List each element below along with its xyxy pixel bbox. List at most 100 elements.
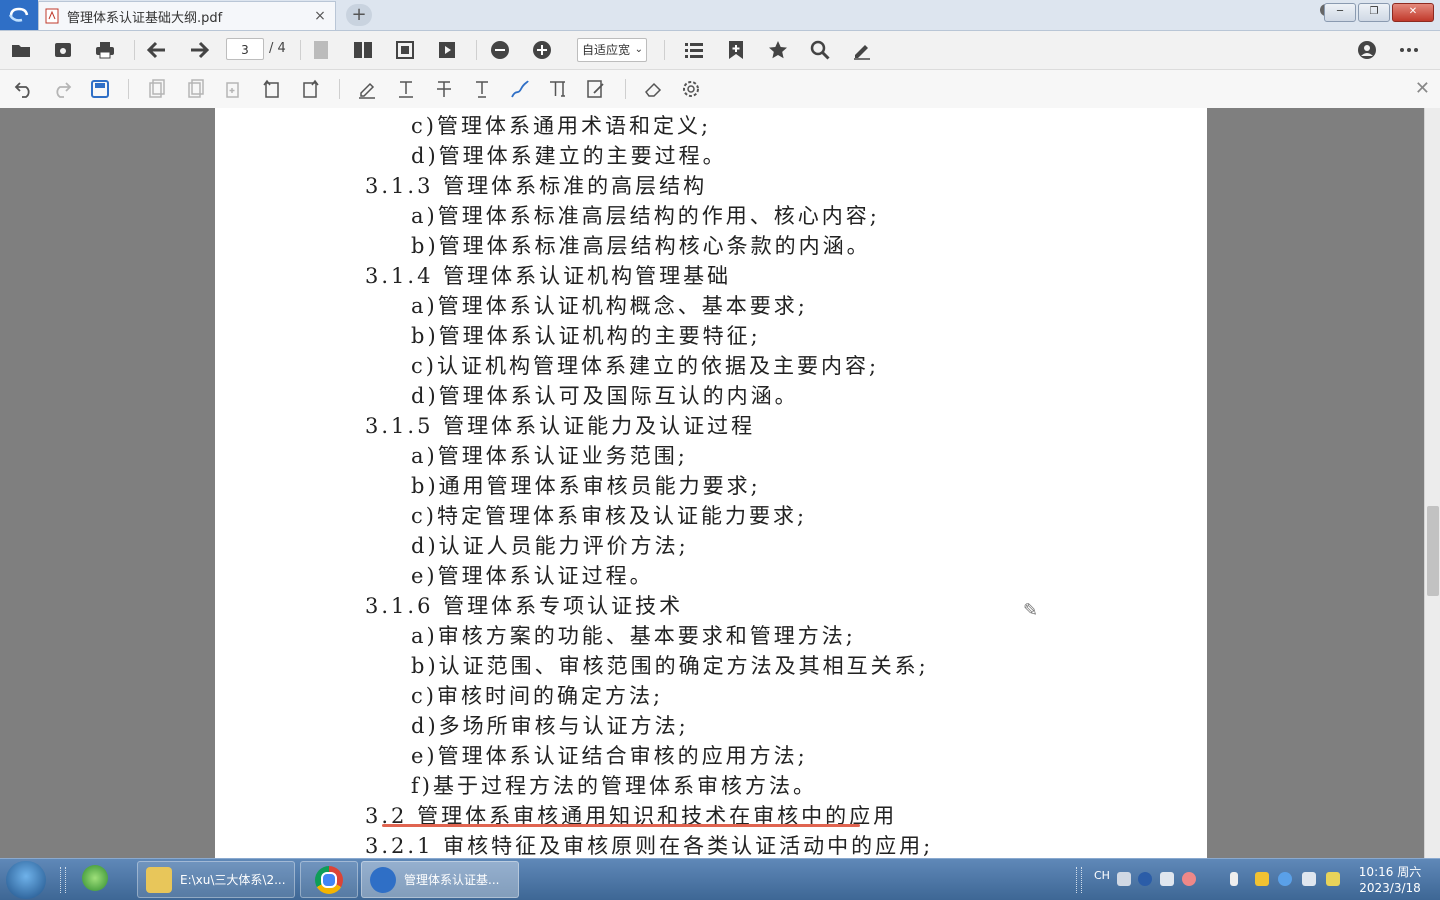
pdf-page: c)管理体系通用术语和定义; d)管理体系建立的主要过程。 3.1.3 管理体系标准… (215, 108, 1207, 858)
open-folder-icon[interactable] (10, 39, 32, 61)
user-account-icon[interactable] (1356, 39, 1378, 61)
section-heading: 3.2.1 审核特征及审核原则在各类认证活动中的应用; (365, 834, 934, 858)
chevron-down-icon: ⌄ (634, 44, 643, 55)
taskbar-item-explorer[interactable]: E:\xu\三大体系\2... (137, 861, 295, 898)
folder-icon (146, 866, 172, 893)
search-icon[interactable] (809, 39, 831, 61)
taskbar-item-label: 管理体系认证基... (404, 873, 500, 887)
title-bar: 管理体系认证基础大纲.pdf × + ─ ❐ ✕ (0, 0, 1440, 31)
start-button[interactable] (6, 861, 46, 899)
app-logo-icon[interactable] (0, 0, 38, 30)
star-icon[interactable] (767, 39, 789, 61)
section-heading: 3.1.5 管理体系认证能力及认证过程 (365, 414, 756, 438)
redo-icon[interactable] (51, 78, 73, 100)
duplicate-page-icon[interactable] (223, 78, 245, 100)
eraser-icon[interactable] (642, 78, 664, 100)
update-app-icon[interactable] (82, 865, 108, 891)
highlight-icon[interactable] (356, 78, 378, 100)
cloud-save-icon[interactable] (52, 39, 74, 61)
clock-time: 10:16 周六 (1358, 865, 1422, 879)
zoom-label: 自适应宽 (582, 43, 631, 57)
list-item: e)管理体系认证过程。 (411, 564, 654, 588)
list-item: d)认证人员能力评价方法; (411, 534, 689, 558)
page-total: / 4 (269, 41, 286, 56)
settings-gear-icon[interactable] (680, 78, 702, 100)
ime-options-icon[interactable] (1160, 872, 1174, 886)
more-options-icon[interactable] (1398, 39, 1420, 61)
close-toolbar-button[interactable]: ✕ (1415, 78, 1430, 99)
add-bookmark-icon[interactable] (725, 39, 747, 61)
list-item: c)认证机构管理体系建立的依据及主要内容; (411, 354, 880, 378)
maximize-button[interactable]: ❐ (1358, 3, 1390, 22)
list-item: d)管理体系建立的主要过程。 (411, 144, 727, 168)
page-number-input[interactable]: 3 (226, 38, 264, 60)
list-item: d)多场所审核与认证方法; (411, 714, 689, 738)
document-viewport[interactable]: c)管理体系通用术语和定义; d)管理体系建立的主要过程。 3.1.3 管理体系标准… (0, 108, 1424, 858)
chrome-icon (315, 865, 343, 894)
tab-title: 管理体系认证基础大纲.pdf (67, 10, 223, 26)
scrollbar-thumb[interactable] (1427, 506, 1439, 596)
minimize-button[interactable]: ─ (1324, 3, 1356, 22)
note-edit-icon[interactable] (585, 78, 607, 100)
undo-icon[interactable] (13, 78, 35, 100)
replace-text-icon[interactable] (471, 78, 493, 100)
zoom-select[interactable]: 自适应宽 ⌄ (577, 38, 647, 62)
print-icon[interactable] (94, 39, 116, 61)
keyboard-icon[interactable] (1117, 872, 1131, 886)
display-icon[interactable] (1302, 872, 1316, 886)
help-icon[interactable] (1138, 872, 1152, 886)
underline-text-icon[interactable] (395, 78, 417, 100)
document-tab[interactable]: 管理体系认证基础大纲.pdf × (38, 1, 336, 30)
zoom-in-icon[interactable] (531, 39, 553, 61)
list-item: f)基于过程方法的管理体系审核方法。 (411, 774, 817, 798)
network-sync-icon[interactable] (1278, 872, 1292, 886)
copy-page-icon[interactable] (146, 78, 168, 100)
list-item: c)管理体系通用术语和定义; (411, 114, 712, 138)
pdf-reader-icon (370, 866, 396, 893)
list-item: a)管理体系认证机构概念、基本要求; (411, 294, 808, 318)
taskbar-item-pdf-reader[interactable]: 管理体系认证基... (361, 861, 519, 898)
action-center-flag-icon[interactable] (1326, 872, 1340, 886)
fit-page-icon[interactable] (394, 39, 416, 61)
close-window-button[interactable]: ✕ (1392, 3, 1434, 22)
single-page-icon[interactable] (310, 39, 332, 61)
volume-icon[interactable] (1230, 872, 1238, 886)
annotation-toolbar: ✕ (0, 70, 1440, 109)
tab-close-button[interactable]: × (311, 8, 329, 24)
clock-date: 2023/3/18 (1359, 881, 1421, 895)
next-page-icon[interactable] (188, 39, 210, 61)
paste-page-icon[interactable] (185, 78, 207, 100)
antivirus-icon[interactable] (1182, 872, 1196, 886)
freehand-draw-icon[interactable] (509, 78, 531, 100)
list-item: c)审核时间的确定方法; (411, 684, 664, 708)
main-toolbar: 3 / 4 自适应宽 ⌄ (0, 31, 1440, 70)
rotate-left-icon[interactable] (261, 78, 283, 100)
edit-pencil-icon[interactable]: ✎ (1023, 600, 1038, 621)
taskbar: E:\xu\三大体系\2... 管理体系认证基... CH 10:16 周六 2… (0, 858, 1440, 900)
slideshow-icon[interactable] (436, 39, 458, 61)
vertical-scrollbar[interactable] (1424, 108, 1440, 858)
text-box-icon[interactable] (547, 78, 569, 100)
previous-page-icon[interactable] (146, 39, 168, 61)
taskbar-item-label: E:\xu\三大体系\2... (180, 873, 286, 887)
sign-pen-icon[interactable] (851, 39, 873, 61)
strikethrough-icon[interactable] (433, 78, 455, 100)
list-item: c)特定管理体系审核及认证能力要求; (411, 504, 808, 528)
list-item: b)认证范围、审核范围的确定方法及其相互关系; (411, 654, 929, 678)
pdf-file-icon (45, 8, 59, 24)
list-item: d)管理体系认可及国际互认的内涵。 (411, 384, 799, 408)
underline-annotation[interactable] (382, 824, 860, 827)
list-item: b)管理体系标准高层结构核心条款的内涵。 (411, 234, 871, 258)
zoom-out-icon[interactable] (489, 39, 511, 61)
list-item: b)管理体系认证机构的主要特征; (411, 324, 761, 348)
security-shield-icon[interactable] (1255, 872, 1269, 886)
ime-indicator[interactable]: CH (1094, 869, 1110, 882)
new-tab-button[interactable]: + (346, 4, 372, 26)
two-page-icon[interactable] (352, 39, 374, 61)
clock[interactable]: 10:16 周六 2023/3/18 (1350, 864, 1430, 896)
taskbar-item-chrome[interactable] (300, 861, 358, 898)
save-icon[interactable] (89, 78, 111, 100)
list-item: a)管理体系标准高层结构的作用、核心内容; (411, 204, 880, 228)
rotate-right-icon[interactable] (299, 78, 321, 100)
outline-list-icon[interactable] (683, 39, 705, 61)
